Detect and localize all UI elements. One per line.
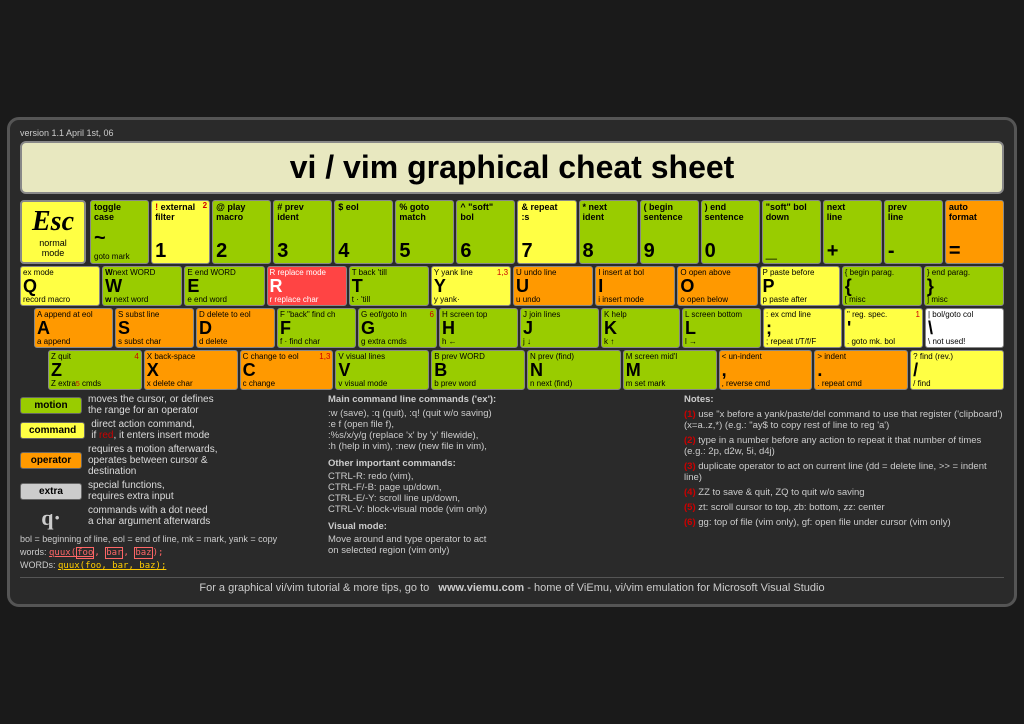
footer: For a graphical vi/vim tutorial & more t…	[20, 577, 1004, 594]
tilde-key: togglecase ~ goto mark	[90, 200, 149, 264]
visual-title: Visual mode:	[328, 521, 676, 532]
v-key: V visual lines V v visual mode	[335, 350, 429, 390]
i-key: I insert at bol I i insert mode	[595, 266, 675, 306]
operator-desc: requires a motion afterwards,operates be…	[88, 444, 218, 477]
n-key: N prev (find) N n next (find)	[527, 350, 621, 390]
p-key: P paste before P p paste after	[760, 266, 840, 306]
version-text: version 1.1 April 1st, 06	[20, 128, 1004, 140]
h-key: H screen top H h ←	[439, 308, 518, 348]
x-key: X back-space X x delete char	[144, 350, 238, 390]
key-5: % gotomatch 5	[395, 200, 454, 264]
t-key: T back 'till T t · 'till	[349, 266, 429, 306]
visual-lines: Move around and type operator to act on …	[328, 534, 676, 556]
b-key: B prev WORD B b prev word	[431, 350, 525, 390]
r-key: R replace mode R r replace char	[267, 266, 347, 306]
title-box: vi / vim graphical cheat sheet	[20, 141, 1004, 194]
command-badge: command	[20, 422, 85, 439]
y-key: 1,3 Y yank line Y y yank·	[431, 266, 511, 306]
lt-key: < un-indent , , reverse cmd	[719, 350, 813, 390]
key-minus: prevline -	[884, 200, 943, 264]
colon-key: : ex cmd line ; ; repeat t/T/f/F	[763, 308, 842, 348]
note-5: (5) zt: scroll cursor to top, zb: bottom…	[684, 502, 1004, 513]
motion-badge: motion	[20, 397, 82, 414]
extra-badge: extra	[20, 483, 82, 500]
cheat-sheet: version 1.1 April 1st, 06 vi / vim graph…	[7, 117, 1017, 608]
note-4: (4) ZZ to save & quit, ZQ to quit w/o sa…	[684, 487, 1004, 498]
f-key: F "back" find ch F f · find char	[277, 308, 356, 348]
rbrace-key: } end parag. } ] misc	[924, 266, 1004, 306]
dot-desc: commands with a dot needa char argument …	[88, 505, 210, 527]
w-key: Wnext WORD W w next word	[102, 266, 182, 306]
motion-desc: moves the cursor, or definesthe range fo…	[88, 394, 214, 416]
e-key: E end WORD E e end word	[184, 266, 264, 306]
z-key: 4 Z quit Z Z extra5 cmds	[48, 350, 142, 390]
c-key: 1,3 C change to eol C c change	[240, 350, 334, 390]
other-cmd-title: Other important commands:	[328, 458, 676, 469]
lbrace-key: { begin parag. { [ misc	[842, 266, 922, 306]
a-key: A append at eol A a append	[34, 308, 113, 348]
k-key: K help K k ↑	[601, 308, 680, 348]
m-key: M screen mid'l M m set mark	[623, 350, 717, 390]
key-6: ^ "soft"bol 6	[456, 200, 515, 264]
key-7: & repeat:s 7	[517, 200, 576, 264]
quote-key: 1 " reg. spec. ' . goto mk. bol	[844, 308, 923, 348]
key-underscore: "soft" boldown _	[762, 200, 821, 264]
o-key: O open above O o open below	[677, 266, 757, 306]
other-cmd-lines: CTRL-R: redo (vim), CTRL-F/-B: page up/d…	[328, 471, 676, 515]
question-key: ? find (rev.) / / find	[910, 350, 1004, 390]
operator-badge: operator	[20, 452, 82, 469]
key-1: ! externalfilter 12	[151, 200, 210, 264]
g-key: 6 G eof/goto ln G g extra cmds	[358, 308, 437, 348]
main-cmd-title: Main command line commands ('ex'):	[328, 394, 676, 405]
note-3: (3) duplicate operator to act on current…	[684, 461, 1004, 483]
d-key: D delete to eol D d delete	[196, 308, 275, 348]
main-title: vi / vim graphical cheat sheet	[22, 149, 1002, 186]
abbrev-line: bol = beginning of line, eol = end of li…	[20, 534, 320, 544]
pipe-key: | bol/goto col \ \ not used!	[925, 308, 1004, 348]
note-1: (1) use "x before a yank/paste/del comma…	[684, 409, 1004, 431]
u-key: U undo line U u undo	[513, 266, 593, 306]
esc-sub: normalmode	[30, 238, 76, 258]
dot-cmd: q·	[20, 505, 82, 531]
words-example2: WORDs: quux(foo, bar, baz);	[20, 560, 320, 571]
j-key: J join lines J j ↓	[520, 308, 599, 348]
command-desc: direct action command,if red, it enters …	[91, 419, 209, 441]
esc-label: Esc	[30, 206, 76, 238]
extra-desc: special functions,requires extra input	[88, 480, 174, 502]
notes-title: Notes:	[684, 394, 1004, 405]
key-plus: nextline +	[823, 200, 882, 264]
gt-key: > indent . . repeat cmd	[814, 350, 908, 390]
key-8: * nextident 8	[579, 200, 638, 264]
key-3: # prevident 3	[273, 200, 332, 264]
l-key: L screen bottom L l →	[682, 308, 761, 348]
s-key: S subst line S s subst char	[115, 308, 194, 348]
key-equals: autoformat =	[945, 200, 1004, 264]
note-2: (2) type in a number before any action t…	[684, 435, 1004, 457]
q-key: ex mode Q record macro	[20, 266, 100, 306]
key-9: ( beginsentence 9	[640, 200, 699, 264]
note-6: (6) gg: top of file (vim only), gf: open…	[684, 517, 1004, 528]
key-0: ) endsentence 0	[701, 200, 760, 264]
words-example: words: quux(foo, bar, baz);	[20, 547, 320, 558]
key-4: $ eol 4	[334, 200, 393, 264]
main-cmd-lines: :w (save), :q (quit), :q! (quit w/o savi…	[328, 408, 676, 452]
key-2: @ playmacro 2	[212, 200, 271, 264]
esc-key: Esc normalmode	[20, 200, 86, 264]
